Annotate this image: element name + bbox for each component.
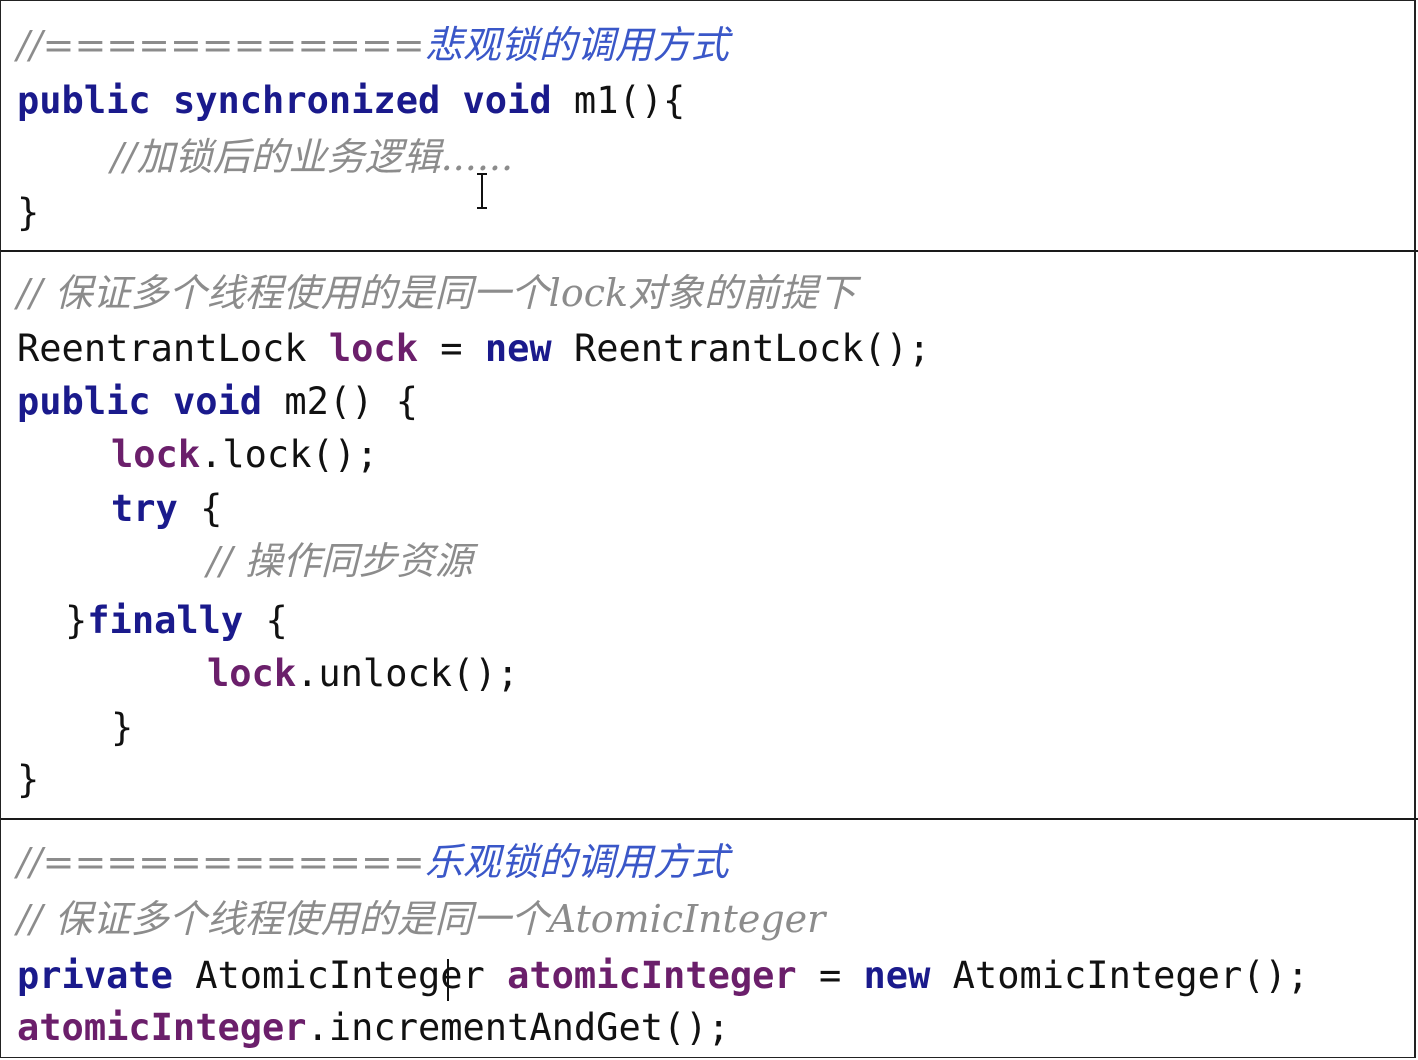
atomic-section-comment: // 保证多个线程使用的是同一个AtomicInteger	[17, 895, 825, 943]
unlock-call: .unlock();	[296, 652, 519, 695]
unlock-call-line: lock.unlock();	[207, 650, 519, 698]
header-title: 乐观锁的调用方式	[424, 840, 729, 884]
finally-open-brace: {	[265, 599, 288, 642]
keyword-finally: finally	[87, 599, 244, 642]
lock-call: .lock();	[200, 433, 379, 476]
keyword-try: try	[111, 487, 178, 530]
header-title: 悲观锁的调用方式	[424, 23, 729, 67]
field-atomicinteger: atomicInteger	[17, 1006, 307, 1049]
m2-close-brace: }	[17, 756, 39, 804]
lock-section-comment: // 保证多个线程使用的是同一个lock对象的前提下	[17, 269, 856, 317]
assign-operator: =	[440, 327, 463, 370]
constructor-call: ReentrantLock();	[573, 327, 931, 370]
m1-close-text: }	[17, 191, 40, 234]
m1-body-comment-text: //加锁后的业务逻辑......	[111, 135, 514, 179]
try-open-brace: {	[200, 487, 223, 530]
atomic-declaration-line: private AtomicInteger atomicInteger = ne…	[17, 952, 1309, 1000]
m2-signature: m2() {	[284, 380, 418, 423]
finally-line: }finally {	[65, 597, 288, 645]
increment-and-get-call: .incrementAndGet();	[306, 1006, 730, 1049]
keyword-new: new	[484, 327, 552, 370]
field-lock: lock	[111, 433, 201, 476]
m1-signature-line: public synchronized void m1(){	[17, 77, 685, 125]
m2-close-text: }	[17, 758, 40, 801]
finally-close-text: }	[111, 706, 134, 749]
m1-signature: m1(){	[573, 79, 686, 122]
lock-comment-text: // 保证多个线程使用的是同一个lock对象的前提下	[17, 271, 857, 315]
keyword-void: void	[462, 79, 552, 122]
keyword-public: public	[17, 380, 151, 423]
pessimistic-header-comment: //============悲观锁的调用方式	[17, 21, 729, 69]
atomic-comment-text: // 保证多个线程使用的是同一个AtomicInteger	[17, 897, 826, 941]
m1-close-brace: }	[17, 189, 39, 237]
field-lock: lock	[207, 652, 297, 695]
text-insertion-caret	[447, 959, 449, 1001]
keyword-void: void	[172, 380, 263, 423]
m2-signature-line: public void m2() {	[17, 378, 418, 426]
header-prefix: //============	[17, 840, 425, 884]
code-slide: //============悲观锁的调用方式 public synchroniz…	[0, 0, 1418, 1058]
m1-body-comment: //加锁后的业务逻辑......	[111, 133, 513, 181]
mouse-ibeam-cursor-icon	[477, 173, 487, 209]
type-atomicinteger: AtomicInteger	[195, 954, 485, 997]
keyword-public: public	[17, 79, 151, 122]
keyword-synchronized: synchronized	[172, 79, 441, 122]
section-divider-1	[1, 250, 1418, 252]
header-prefix: //============	[17, 23, 425, 67]
field-atomicinteger: atomicInteger	[507, 954, 797, 997]
field-lock: lock	[328, 327, 418, 370]
keyword-private: private	[17, 954, 173, 997]
keyword-new: new	[863, 954, 931, 997]
increment-call-line: atomicInteger.incrementAndGet();	[17, 1004, 730, 1052]
lock-declaration-line: ReentrantLock lock = new ReentrantLock()…	[17, 325, 930, 373]
constructor-call: AtomicInteger();	[952, 954, 1310, 997]
sync-comment-text: // 操作同步资源	[207, 539, 473, 583]
try-line: try {	[111, 485, 222, 533]
sync-resource-comment: // 操作同步资源	[207, 537, 473, 585]
section-divider-2	[1, 818, 1418, 820]
optimistic-header-comment: //============乐观锁的调用方式	[17, 838, 729, 886]
type-reentrantlock: ReentrantLock	[17, 327, 307, 370]
assign-operator: =	[818, 954, 842, 997]
finally-close-brace: }	[111, 704, 133, 752]
try-close-brace: }	[65, 599, 88, 642]
lock-call-line: lock.lock();	[111, 431, 378, 479]
